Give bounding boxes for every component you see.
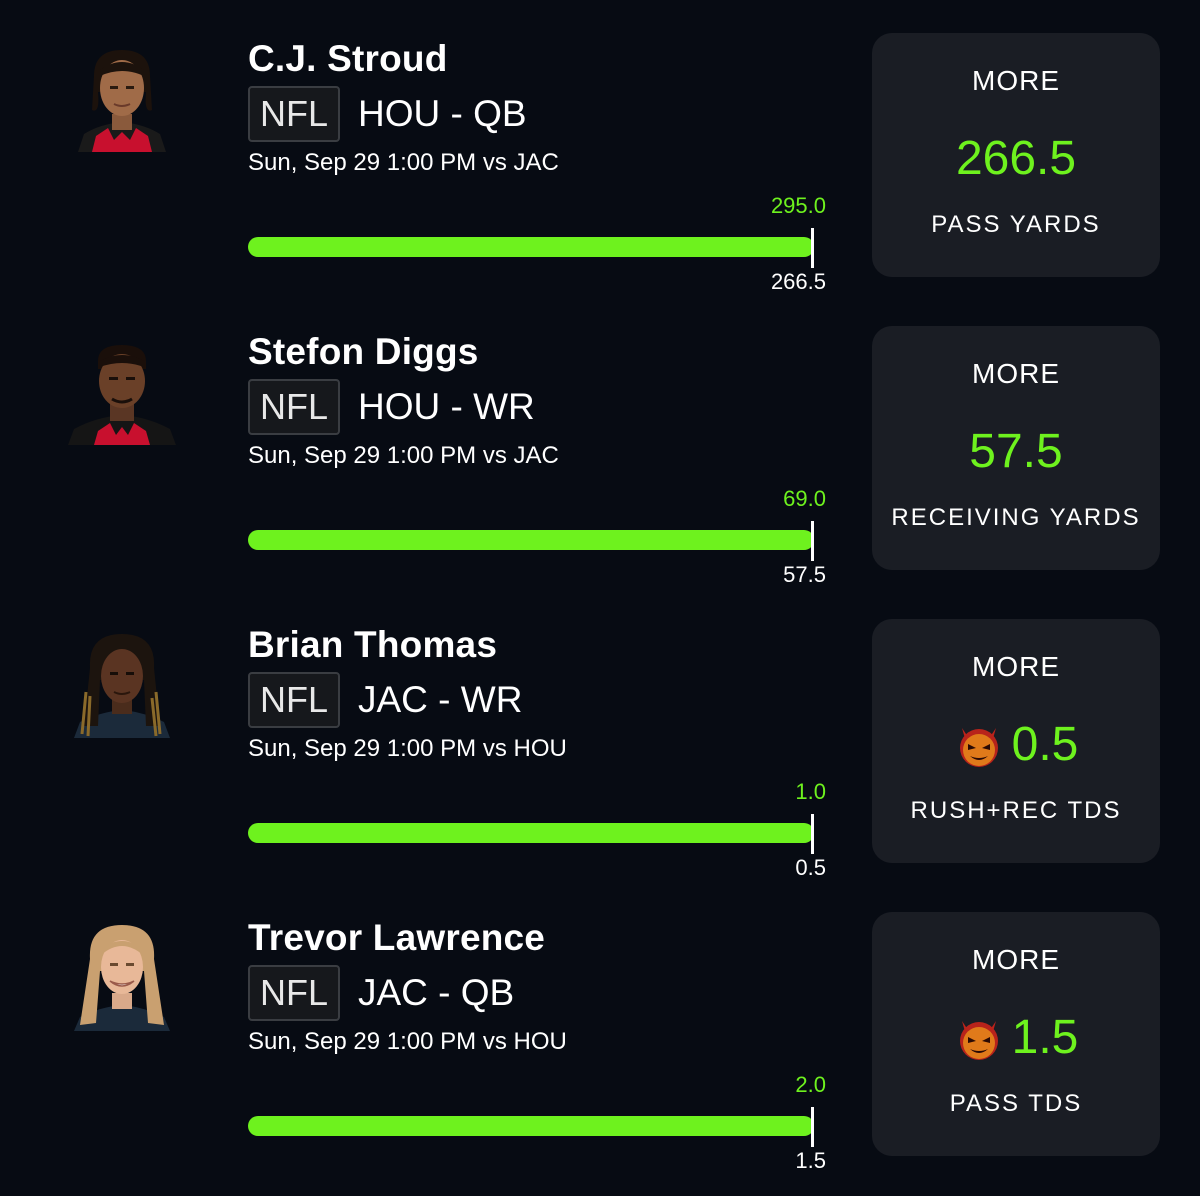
player-name: Stefon Diggs <box>248 331 479 372</box>
demon-icon <box>959 1021 998 1060</box>
line-card[interactable]: MORE 0.5 RUSH+REC TDS <box>872 619 1160 863</box>
line-value: 1.5 <box>1011 1011 1079 1064</box>
progress-bar-fill <box>248 823 814 843</box>
line-value: 57.5 <box>969 425 1063 478</box>
direction-label: MORE <box>972 651 1060 682</box>
progress-bar <box>248 237 814 257</box>
line-marker <box>811 228 814 268</box>
player-name: Trevor Lawrence <box>248 917 546 958</box>
team-position: HOU - WR <box>358 386 535 427</box>
line-value-label: 0.5 <box>795 855 826 880</box>
line-value-label: 1.5 <box>795 1148 826 1173</box>
player-name: Brian Thomas <box>248 624 498 665</box>
pick-row-trevor-lawrence: Trevor Lawrence NFL JAC - QB Sun, Sep 29… <box>0 879 1200 1172</box>
direction-label: MORE <box>972 944 1060 975</box>
line-marker <box>811 1107 814 1147</box>
progress-bar <box>248 823 814 843</box>
line-value: 266.5 <box>955 132 1077 185</box>
team-position: JAC - WR <box>358 679 523 720</box>
line-value-label: 266.5 <box>770 269 826 294</box>
progress-bar <box>248 530 814 550</box>
stat-type-label: PASS TDS <box>949 1090 1083 1117</box>
player-avatar <box>64 622 180 738</box>
game-time: Sun, Sep 29 1:00 PM vs HOU <box>248 1028 567 1055</box>
line-card[interactable]: MORE 266.5 PASS YARDS <box>872 33 1160 277</box>
game-time: Sun, Sep 29 1:00 PM vs JAC <box>248 442 559 469</box>
actual-value-label: 295.0 <box>770 193 826 218</box>
team-position: HOU - QB <box>358 93 527 134</box>
actual-value-label: 69.0 <box>783 486 826 511</box>
picks-list: C.J. Stroud NFL HOU - QB Sun, Sep 29 1:0… <box>0 0 1200 1196</box>
line-value-group: 0.5 <box>872 719 1160 771</box>
pick-row-brian-thomas: Brian Thomas NFL JAC - WR Sun, Sep 29 1:… <box>0 586 1200 879</box>
team-position: JAC - QB <box>358 972 515 1013</box>
pick-row-stefon-diggs: Stefon Diggs NFL HOU - WR Sun, Sep 29 1:… <box>0 293 1200 586</box>
line-value-group: 57.5 <box>872 426 1160 478</box>
progress-bar <box>248 1116 814 1136</box>
player-name: C.J. Stroud <box>248 38 448 79</box>
game-time: Sun, Sep 29 1:00 PM vs JAC <box>248 149 559 176</box>
progress-bar-fill <box>248 530 814 550</box>
stat-type-label: PASS YARDS <box>931 211 1101 238</box>
league-badge: NFL <box>248 379 340 435</box>
player-avatar <box>64 915 180 1031</box>
line-card[interactable]: MORE 1.5 PASS TDS <box>872 912 1160 1156</box>
direction-label: MORE <box>972 65 1060 96</box>
league-badge: NFL <box>248 86 340 142</box>
league-badge: NFL <box>248 965 340 1021</box>
line-marker <box>811 814 814 854</box>
player-avatar <box>64 36 180 152</box>
stat-type-label: RUSH+REC TDS <box>910 797 1122 824</box>
line-value: 0.5 <box>1011 718 1079 771</box>
line-card[interactable]: MORE 57.5 RECEIVING YARDS <box>872 326 1160 570</box>
stat-type-label: RECEIVING YARDS <box>891 504 1141 531</box>
player-avatar <box>64 329 180 445</box>
actual-value-label: 1.0 <box>795 779 826 804</box>
league-badge: NFL <box>248 672 340 728</box>
progress-bar-fill <box>248 1116 814 1136</box>
demon-icon <box>959 728 998 767</box>
game-time: Sun, Sep 29 1:00 PM vs HOU <box>248 735 567 762</box>
direction-label: MORE <box>972 358 1060 389</box>
pick-row-cj-stroud: C.J. Stroud NFL HOU - QB Sun, Sep 29 1:0… <box>0 0 1200 293</box>
line-marker <box>811 521 814 561</box>
progress-bar-fill <box>248 237 814 257</box>
line-value-group: 266.5 <box>872 133 1160 185</box>
line-value-group: 1.5 <box>872 1012 1160 1064</box>
line-value-label: 57.5 <box>783 562 826 587</box>
actual-value-label: 2.0 <box>795 1072 826 1097</box>
